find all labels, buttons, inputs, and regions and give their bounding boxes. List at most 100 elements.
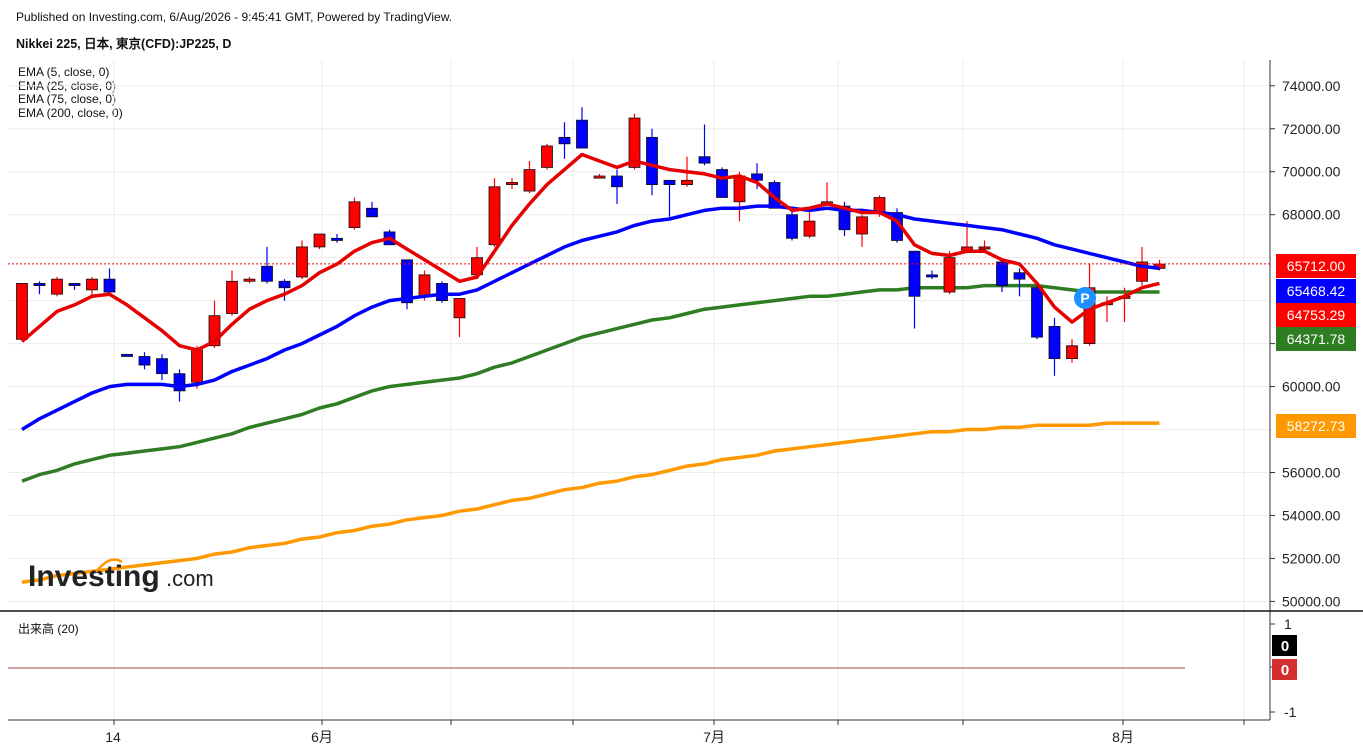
price-label-text: 58272.73 [1287, 418, 1346, 434]
candle [716, 167, 728, 198]
candle [698, 124, 711, 166]
candle-body [733, 175, 746, 203]
candle-body [226, 280, 238, 314]
candle-body [33, 283, 46, 286]
price-label-text: 64753.29 [1287, 307, 1346, 323]
y-tick-label: 74000.00 [1282, 78, 1341, 94]
candle [1066, 339, 1078, 363]
candle-body [1031, 287, 1043, 338]
candle [541, 143, 553, 170]
candle-body [908, 250, 921, 297]
candle-body [296, 246, 308, 278]
price-label: 64753.29 [1276, 303, 1356, 327]
candle [1048, 317, 1061, 376]
y-tick-label: 72000.00 [1282, 121, 1341, 137]
candle-body [856, 216, 868, 235]
candle-body [593, 175, 606, 179]
candle-body [506, 182, 518, 186]
candle-body [541, 145, 553, 168]
price-labels: 65712.00 65468.42 64753.29 64371.78 58272.73 [1276, 254, 1356, 438]
candle [121, 353, 133, 357]
candle [51, 276, 63, 297]
price-label: 65712.00 [1276, 254, 1356, 278]
candle [1013, 268, 1026, 297]
y-tick-label: 50000.00 [1282, 593, 1341, 609]
price-label-text: 65468.42 [1287, 283, 1346, 299]
candle [908, 250, 921, 329]
candle [313, 233, 326, 250]
candle-body [576, 119, 588, 149]
candle [803, 208, 816, 239]
candle [103, 268, 116, 293]
investing-logo: Investing .com [28, 558, 214, 593]
candle [348, 197, 361, 230]
x-tick-label: 7月 [703, 729, 725, 745]
candle-body [1066, 345, 1078, 360]
ema25-layer [21, 204, 1160, 431]
y-tick-label: 68000.00 [1282, 207, 1341, 223]
candle-body [978, 246, 991, 250]
candle [243, 276, 256, 284]
price-label: 64371.78 [1276, 327, 1356, 351]
price-label: 65468.42 [1276, 279, 1356, 303]
candle-body [436, 283, 448, 302]
candle [558, 122, 571, 159]
y-tick-label: 60000.00 [1282, 379, 1341, 395]
candle-body [786, 214, 798, 239]
y-tick-label: 70000.00 [1282, 164, 1341, 180]
ema25-line [21, 204, 1160, 431]
p-marker-label: P [1080, 290, 1089, 306]
candle-body [1048, 326, 1061, 360]
candle-body [681, 179, 693, 186]
candle-body [523, 169, 536, 192]
candle [943, 251, 956, 295]
candle [611, 169, 623, 204]
candle [576, 107, 588, 149]
candle-body [243, 278, 256, 282]
y-tick-label: 52000.00 [1282, 550, 1341, 566]
candle-body [611, 175, 623, 188]
candle-body [716, 169, 728, 198]
candle [331, 234, 343, 243]
p-marker: P [1074, 287, 1096, 309]
vol-label-text: 0 [1281, 638, 1289, 655]
candle [68, 283, 81, 290]
candle [821, 182, 833, 205]
candle [401, 259, 413, 310]
candle [593, 173, 606, 179]
x-tick-label: 14 [105, 729, 121, 745]
candle-body [558, 136, 571, 145]
candle-body [121, 353, 133, 357]
candle-body [191, 349, 203, 383]
candle [261, 246, 273, 284]
volume-pane: 10-100 [8, 616, 1297, 720]
candle-body [16, 283, 28, 340]
candle-body [996, 261, 1008, 286]
candle [786, 210, 798, 241]
candle-body [453, 298, 466, 319]
candle-body [488, 186, 501, 246]
logo-suffix: .com [166, 566, 214, 591]
candle [453, 298, 466, 338]
candle [1031, 285, 1043, 340]
candle-body [1013, 272, 1026, 280]
ema5-layer [20, 152, 1160, 352]
candle-body [313, 233, 326, 248]
candle [366, 201, 378, 218]
candle-body [646, 136, 658, 186]
candle [523, 160, 536, 194]
price-chart[interactable]: Investing .com P 74000.00 72000.00 70000.00… [0, 0, 1363, 753]
ema5-line [20, 152, 1160, 352]
candle [296, 240, 308, 280]
candle-body [943, 257, 956, 293]
candle [226, 270, 238, 316]
candle-body [698, 156, 711, 164]
candle-body [103, 278, 116, 293]
candle [156, 354, 168, 381]
vol-label-text: 0 [1281, 662, 1289, 679]
candle-body [51, 278, 63, 295]
candle [926, 270, 938, 280]
candle [138, 352, 151, 370]
candle [86, 276, 98, 297]
candle [856, 214, 868, 247]
